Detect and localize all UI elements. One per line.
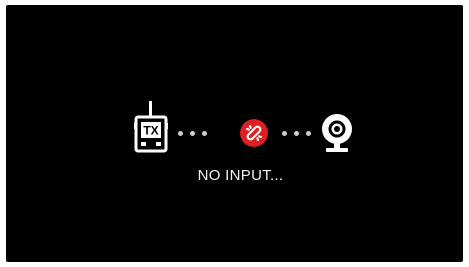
connection-dots-right <box>282 131 316 137</box>
tx-transmitter-icon: TX <box>134 101 168 153</box>
no-input-status-text: NO INPUT... <box>197 167 284 184</box>
dot <box>294 131 299 136</box>
connection-status-row: TX <box>134 101 356 157</box>
dot <box>306 131 311 136</box>
broken-link-icon <box>240 119 268 147</box>
video-screen: TX NO INPUT... <box>6 5 463 262</box>
dot <box>282 131 287 136</box>
tx-label: TX <box>143 124 158 138</box>
connection-dots-left <box>178 131 212 137</box>
dot <box>202 131 207 136</box>
webcam-icon <box>322 114 352 152</box>
dot <box>190 131 195 136</box>
dot <box>178 131 183 136</box>
